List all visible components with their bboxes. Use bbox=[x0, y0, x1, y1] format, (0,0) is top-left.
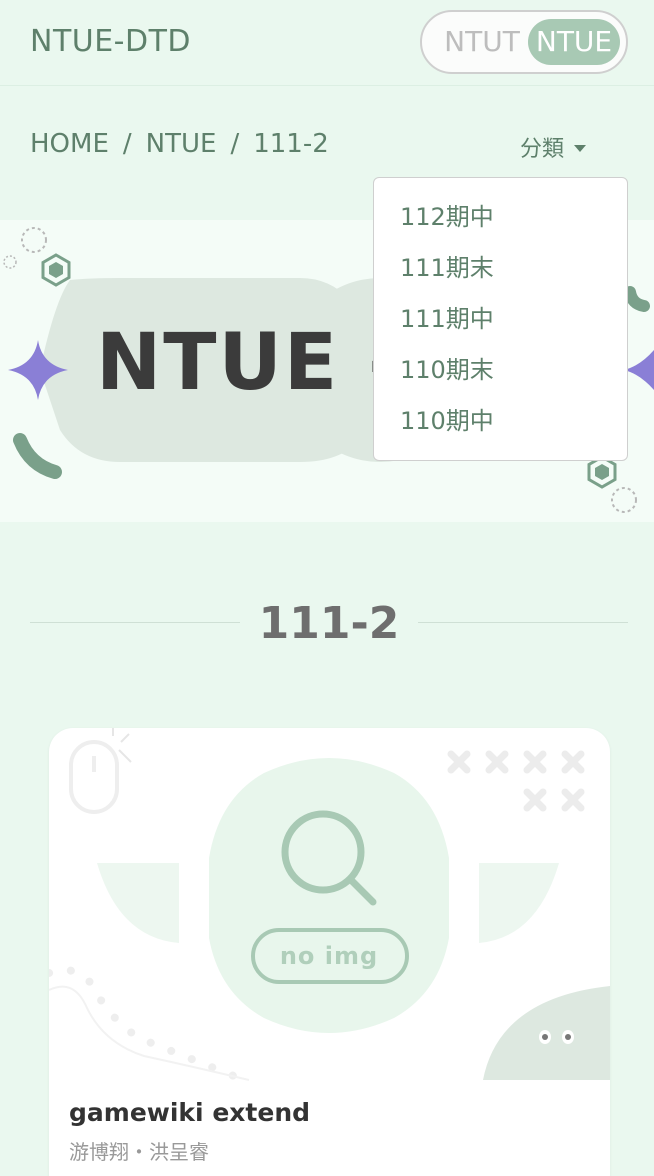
brand-logo[interactable]: NTUE-DTD bbox=[30, 24, 191, 59]
hexagon-backdrop bbox=[209, 758, 449, 1033]
category-dropdown-toggle[interactable]: 分類 bbox=[520, 131, 587, 163]
school-option-ntue[interactable]: NTUE bbox=[528, 19, 620, 65]
breadcrumb-school[interactable]: NTUE bbox=[146, 129, 217, 159]
dropdown-item-110-final[interactable]: 110期末 bbox=[374, 345, 627, 396]
page: NTUE-DTD NTUT NTUE HOME / NTUE / 111-2 分… bbox=[0, 0, 654, 1176]
wave-decoration bbox=[49, 985, 250, 1081]
hexagon-icon bbox=[41, 253, 71, 287]
squiggle-icon bbox=[624, 286, 650, 312]
mouse-icon bbox=[69, 740, 119, 814]
squiggle-icon bbox=[13, 433, 62, 479]
dotted-circle-icon bbox=[611, 487, 637, 513]
school-toggle[interactable]: NTUT NTUE bbox=[420, 10, 628, 74]
breadcrumb-home[interactable]: HOME bbox=[30, 129, 109, 159]
dropdown-item-110-midterm[interactable]: 110期中 bbox=[374, 396, 627, 447]
breadcrumb-current: 111-2 bbox=[253, 129, 329, 159]
section-heading: 111-2 bbox=[30, 596, 628, 656]
hexagon-icon bbox=[587, 455, 617, 489]
breadcrumb-separator: / bbox=[230, 129, 240, 159]
hero-title: NTUE - bbox=[96, 318, 403, 408]
project-authors: 游博翔・洪呈睿 bbox=[69, 1140, 209, 1164]
navbar: NTUE-DTD NTUT NTUE bbox=[0, 0, 654, 86]
dotted-circle-icon bbox=[21, 227, 47, 253]
caret-down-icon bbox=[574, 144, 587, 152]
breadcrumb-separator: / bbox=[122, 129, 132, 159]
dotted-wave-decoration bbox=[49, 966, 243, 1082]
petal-shape bbox=[97, 863, 179, 943]
no-img-label: no img bbox=[279, 942, 379, 970]
category-dropdown-label: 分類 bbox=[520, 137, 565, 162]
project-card[interactable]: no img gamewiki extend 游博翔・洪呈睿 bbox=[49, 728, 610, 1176]
x-marks-icon bbox=[447, 750, 585, 812]
section-title: 111-2 bbox=[258, 598, 400, 649]
divider bbox=[418, 622, 628, 623]
school-option-ntut[interactable]: NTUT bbox=[430, 19, 534, 65]
project-title[interactable]: gamewiki extend bbox=[69, 1098, 310, 1127]
dropdown-item-112-midterm[interactable]: 112期中 bbox=[374, 192, 627, 243]
petal-shape bbox=[479, 863, 559, 943]
dotted-circle-icon bbox=[3, 255, 17, 269]
dropdown-item-111-midterm[interactable]: 111期中 bbox=[374, 294, 627, 345]
dropdown-item-111-final[interactable]: 111期末 bbox=[374, 243, 627, 294]
breadcrumb: HOME / NTUE / 111-2 bbox=[30, 129, 329, 159]
category-dropdown-menu: 112期中 111期末 111期中 110期末 110期中 bbox=[373, 177, 628, 461]
sparkle-icon bbox=[624, 350, 654, 390]
